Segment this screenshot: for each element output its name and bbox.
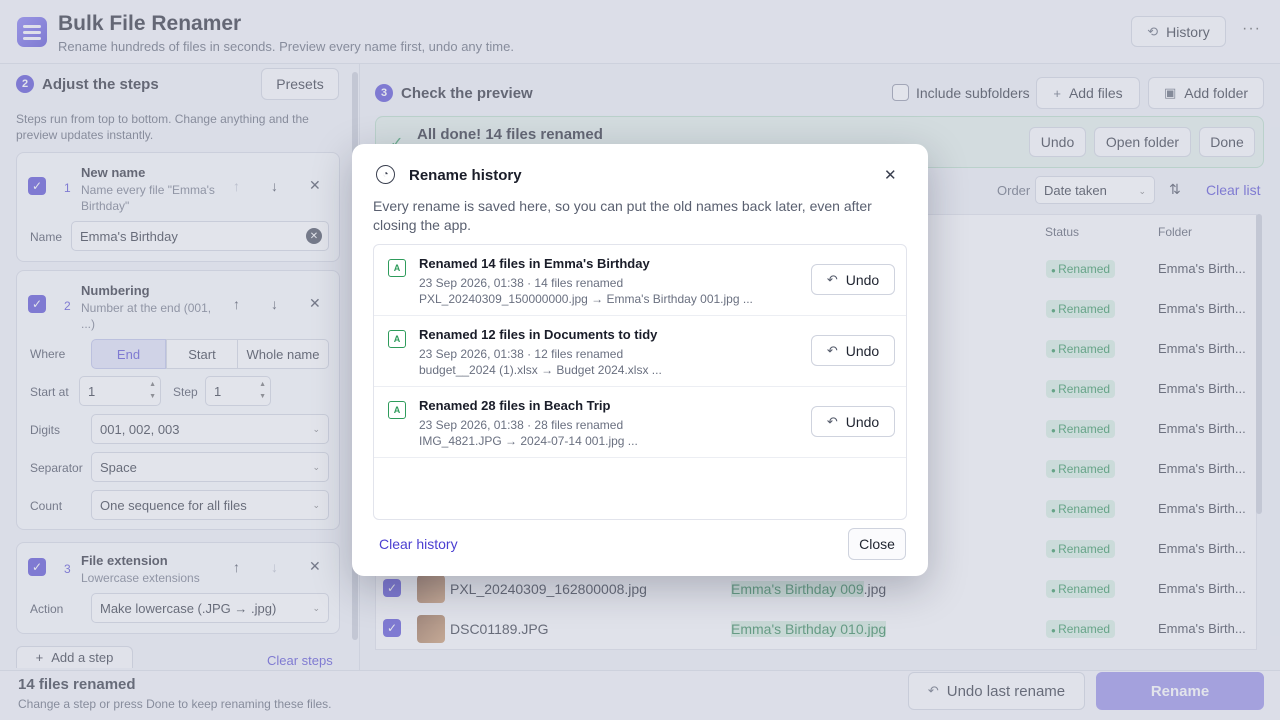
rename-file-icon: A [388,401,406,419]
dialog-title: Rename history [409,167,522,184]
history-undo-button[interactable]: ↶ Undo [811,264,895,295]
history-item-meta: 23 Sep 2026, 01:38 · 14 files renamed [419,276,624,290]
history-icon: ◔ [376,165,395,184]
history-undo-button[interactable]: ↶ Undo [811,406,895,437]
rename-file-icon: A [388,259,406,277]
history-item-files: PXL_20240309_150000000.jpg → Emma's Birt… [419,292,753,306]
rename-history-dialog: ◔ Rename history ✕ Every rename is saved… [352,144,928,576]
clear-history-link[interactable]: Clear history [379,536,458,552]
history-item-title: Renamed 28 files in Beach Trip [419,398,611,413]
close-icon[interactable]: ✕ [884,166,897,184]
undo-icon: ↶ [826,271,838,287]
dialog-close-button[interactable]: Close [848,528,906,560]
history-item-meta: 23 Sep 2026, 01:38 · 28 files renamed [419,418,624,432]
history-undo-label: Undo [845,413,880,430]
dialog-description: Every rename is saved here, so you can p… [373,198,872,233]
history-item: A Renamed 14 files in Emma's Birthday 23… [374,245,906,316]
history-item-title: Renamed 14 files in Emma's Birthday [419,256,650,271]
history-item-meta: 23 Sep 2026, 01:38 · 12 files renamed [419,347,624,361]
history-item: A Renamed 28 files in Beach Trip 23 Sep … [374,387,906,458]
history-item-title: Renamed 12 files in Documents to tidy [419,327,658,342]
history-undo-label: Undo [845,342,880,359]
history-item-files: IMG_4821.JPG → 2024-07-14 001.jpg ... [419,434,638,448]
rename-file-icon: A [388,330,406,348]
history-item: A Renamed 12 files in Documents to tidy … [374,316,906,387]
undo-icon: ↶ [826,342,838,358]
undo-icon: ↶ [826,413,838,429]
history-list: A Renamed 14 files in Emma's Birthday 23… [373,244,907,520]
history-item-files: budget__2024 (1).xlsx → Budget 2024.xlsx… [419,363,662,377]
history-undo-button[interactable]: ↶ Undo [811,335,895,366]
history-undo-label: Undo [845,271,880,288]
